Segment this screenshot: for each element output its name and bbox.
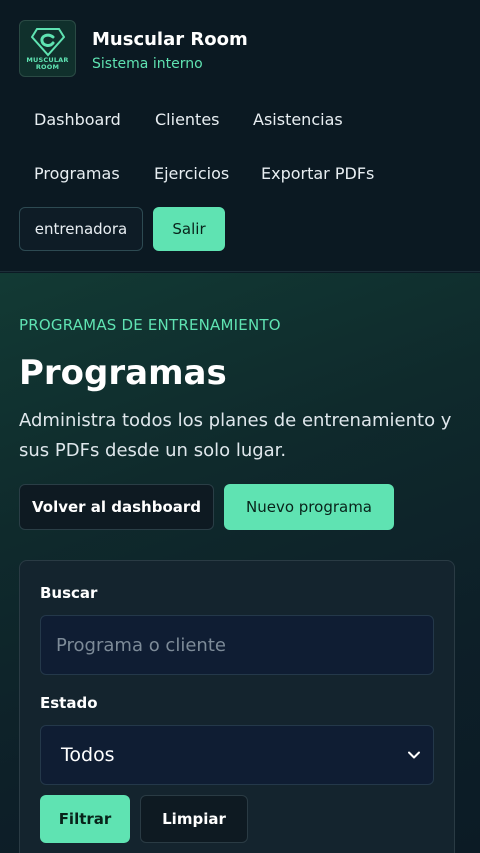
filter-panel: Buscar Estado Todos Filtrar Limpiar	[19, 560, 455, 853]
nav-programas[interactable]: Programas	[19, 159, 135, 189]
page-title: Programas	[19, 353, 227, 393]
page-description: Administra todos los planes de entrenami…	[19, 410, 452, 461]
back-to-dashboard-button[interactable]: Volver al dashboard	[19, 484, 214, 530]
status-select[interactable]: Todos	[40, 725, 434, 785]
search-label: Buscar	[40, 584, 98, 602]
brand-title: Muscular Room	[92, 29, 248, 50]
status-select-value: Todos	[61, 744, 115, 766]
brand-subtitle: Sistema interno	[92, 56, 203, 72]
user-button[interactable]: entrenadora	[19, 207, 143, 251]
brand-logo[interactable]: MUSCULAR ROOM	[19, 20, 76, 77]
diamond-logo-icon	[30, 27, 65, 57]
nav-dashboard[interactable]: Dashboard	[19, 105, 136, 135]
clear-button[interactable]: Limpiar	[140, 795, 248, 843]
logo-text-line2: ROOM	[35, 62, 60, 71]
chevron-down-icon	[408, 751, 420, 759]
nav-ejercicios[interactable]: Ejercicios	[139, 159, 244, 189]
main-content: PROGRAMAS DE ENTRENAMIENTO Programas Adm…	[0, 273, 480, 853]
section-eyebrow: PROGRAMAS DE ENTRENAMIENTO	[19, 316, 281, 334]
nav-asistencias[interactable]: Asistencias	[238, 105, 358, 135]
top-header: MUSCULAR ROOM Muscular Room Sistema inte…	[0, 0, 480, 272]
status-label: Estado	[40, 694, 98, 712]
nav-clientes[interactable]: Clientes	[140, 105, 235, 135]
nav-exportar-pdfs[interactable]: Exportar PDFs	[246, 159, 389, 189]
logout-button[interactable]: Salir	[153, 207, 225, 251]
new-program-button[interactable]: Nuevo programa	[224, 484, 394, 530]
filter-button[interactable]: Filtrar	[40, 795, 130, 843]
search-input[interactable]	[40, 615, 434, 675]
